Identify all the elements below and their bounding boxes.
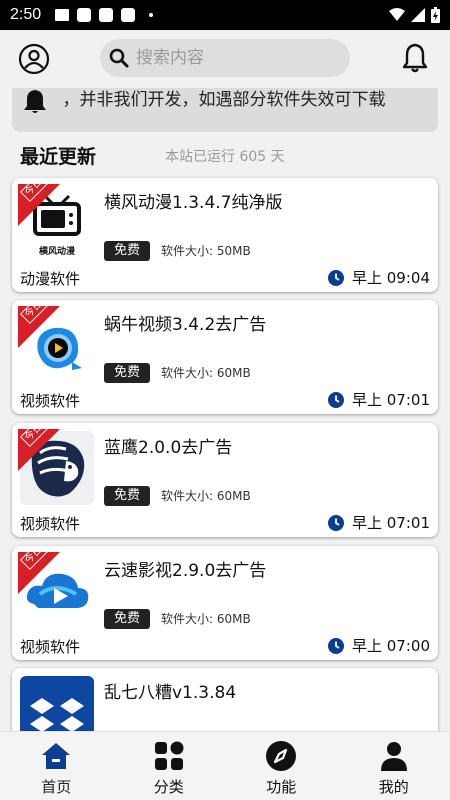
update-time: 早上 09:04 [328, 267, 430, 288]
app-size: 软件大小: 60MB [161, 366, 251, 380]
app-card[interactable]: 今日 云速影视2.9.0去广告 免费 软件大小: 60MB 视频软件 早上 07… [12, 546, 438, 660]
app-title: 蜗牛视频3.4.2去广告 [104, 315, 267, 335]
signal-icon [411, 8, 425, 22]
app-card[interactable]: 今日 蜗牛视频3.4.2去广告 免费 软件大小: 60MB 视频软件 早上 07… [12, 300, 438, 414]
today-ribbon: 今日 [18, 184, 60, 226]
app-size: 软件大小: 60MB [161, 489, 251, 503]
app-category: 动漫软件 [20, 270, 81, 288]
search-bar[interactable] [100, 39, 350, 77]
today-ribbon: 今日 [18, 306, 60, 348]
recent-updates-header: 最近更新 本站已运行 605 天 [20, 142, 285, 169]
update-time: 早上 07:01 [328, 512, 430, 533]
person-icon [380, 742, 407, 771]
app-category: 视频软件 [20, 638, 81, 656]
announcement-text: ﾐ，并非我们开发，如遇部分软件失效可下载 [62, 90, 386, 110]
top-bar [0, 30, 450, 88]
status-bar: 2:50 [0, 0, 450, 30]
home-icon [42, 743, 71, 769]
today-ribbon: 今日 [18, 552, 60, 594]
section-title: 最近更新 [20, 146, 97, 168]
app-size: 软件大小: 60MB [161, 612, 251, 626]
status-time: 2:50 [10, 6, 42, 23]
announcement-bar[interactable]: ﾐ，并非我们开发，如遇部分软件失效可下载 [12, 88, 438, 132]
nav-label: 首页 [41, 778, 72, 796]
app-category: 视频软件 [20, 515, 81, 533]
free-badge: 免费 [104, 486, 151, 506]
search-input[interactable] [136, 48, 336, 68]
bell-icon[interactable] [400, 42, 430, 74]
update-time: 早上 07:01 [328, 389, 430, 410]
update-time: 早上 07:00 [328, 635, 430, 656]
bottom-navigation: 首页 分类 功能 我的 [0, 731, 450, 800]
app-title: 横风动漫1.3.4.7纯净版 [104, 193, 283, 213]
clock-icon [328, 269, 344, 286]
update-time-text: 早上 07:00 [352, 637, 430, 655]
app-card[interactable]: 今日 蓝鹰2.0.0去广告 免费 软件大小: 60MB 视频软件 早上 07:0… [12, 423, 438, 537]
app-icon-caption: 横风动漫 [38, 247, 75, 257]
grid-icon [154, 741, 184, 770]
app-notification-icon [77, 8, 92, 22]
nav-label: 功能 [266, 778, 297, 796]
app-notification-icon [121, 8, 136, 22]
nav-label: 分类 [153, 778, 184, 796]
image-notification-icon [55, 9, 70, 21]
update-time-text: 早上 09:04 [352, 269, 430, 287]
app-size: 软件大小: 50MB [161, 244, 251, 258]
today-ribbon: 今日 [18, 429, 60, 471]
compass-icon [266, 741, 297, 771]
app-card[interactable]: 横风动漫 今日 横风动漫1.3.4.7纯净版 免费 软件大小: 50MB 动漫软… [12, 178, 438, 292]
app-title: 蓝鹰2.0.0去广告 [104, 438, 233, 458]
free-badge: 免费 [104, 241, 151, 261]
more-notifications-icon [149, 13, 154, 17]
wifi-icon [389, 8, 405, 21]
app-category: 视频软件 [20, 392, 81, 410]
clock-icon [328, 514, 344, 531]
update-time-text: 早上 07:01 [352, 514, 430, 532]
free-badge: 免费 [104, 609, 151, 629]
free-badge: 免费 [104, 363, 151, 383]
app-title: 乱七八糟v1.3.84 [104, 683, 237, 703]
nav-profile[interactable]: 我的 [338, 732, 450, 800]
update-time-text: 早上 07:01 [352, 391, 430, 409]
announcement-bell-icon [24, 90, 46, 113]
app-notification-icon [99, 8, 114, 22]
nav-category[interactable]: 分类 [113, 732, 226, 800]
clock-icon [328, 391, 344, 408]
user-circle-icon[interactable] [18, 43, 50, 75]
nav-features[interactable]: 功能 [225, 732, 338, 800]
nav-home[interactable]: 首页 [0, 732, 113, 800]
site-uptime: 本站已运行 605 天 [165, 149, 285, 165]
nav-label: 我的 [378, 778, 409, 796]
search-icon[interactable] [108, 47, 130, 69]
battery-icon [431, 7, 440, 23]
app-title: 云速影视2.9.0去广告 [104, 561, 267, 581]
clock-icon [328, 637, 344, 654]
